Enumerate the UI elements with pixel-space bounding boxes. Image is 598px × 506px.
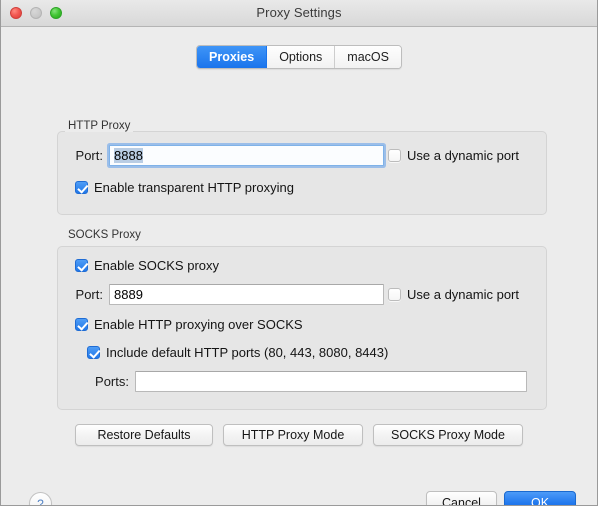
tab-group: Proxies Options macOS (196, 45, 402, 69)
socks-http-over-socks-checkbox[interactable] (75, 318, 88, 331)
http-port-input[interactable]: 8888 (109, 145, 384, 166)
socks-ports-row: Ports: (85, 371, 527, 392)
socks-http-over-socks-checkbox-row[interactable]: Enable HTTP proxying over SOCKS (75, 317, 303, 332)
socks-enable-label: Enable SOCKS proxy (94, 258, 219, 273)
tab-macos[interactable]: macOS (335, 46, 401, 68)
socks-port-label: Port: (63, 287, 103, 302)
http-proxy-mode-button[interactable]: HTTP Proxy Mode (223, 424, 363, 446)
window-title: Proxy Settings (1, 5, 597, 20)
socks-port-input[interactable]: 8889 (109, 284, 384, 305)
socks-port-row: Port: 8889 (63, 284, 384, 305)
http-proxy-group (57, 131, 547, 215)
http-dynamic-port-label: Use a dynamic port (407, 148, 519, 163)
title-bar: Proxy Settings (1, 0, 597, 27)
http-transparent-label: Enable transparent HTTP proxying (94, 180, 294, 195)
socks-ports-label: Ports: (85, 374, 129, 389)
dialog-content: Proxies Options macOS HTTP Proxy Port: 8… (1, 27, 597, 506)
socks-enable-checkbox-row[interactable]: Enable SOCKS proxy (75, 258, 219, 273)
cancel-button[interactable]: Cancel (426, 491, 497, 506)
socks-default-ports-checkbox[interactable] (87, 346, 100, 359)
socks-enable-checkbox[interactable] (75, 259, 88, 272)
proxy-settings-window: Proxy Settings Proxies Options macOS HTT… (0, 0, 598, 506)
http-port-value: 8888 (114, 148, 143, 163)
socks-default-ports-checkbox-row[interactable]: Include default HTTP ports (80, 443, 808… (87, 345, 388, 360)
http-port-label: Port: (63, 148, 103, 163)
socks-dynamic-port-label: Use a dynamic port (407, 287, 519, 302)
tab-proxies[interactable]: Proxies (197, 46, 267, 68)
socks-dynamic-port-checkbox-row[interactable]: Use a dynamic port (388, 287, 519, 302)
http-port-row: Port: 8888 (63, 145, 384, 166)
socks-default-ports-label: Include default HTTP ports (80, 443, 808… (106, 345, 388, 360)
http-proxy-group-label: HTTP Proxy (65, 120, 133, 132)
ok-button[interactable]: OK (504, 491, 576, 506)
socks-dynamic-port-checkbox[interactable] (388, 288, 401, 301)
socks-port-value: 8889 (114, 287, 143, 302)
http-dynamic-port-checkbox-row[interactable]: Use a dynamic port (388, 148, 519, 163)
tab-bar: Proxies Options macOS (1, 45, 597, 69)
mode-button-row: Restore Defaults HTTP Proxy Mode SOCKS P… (75, 424, 523, 446)
http-dynamic-port-checkbox[interactable] (388, 149, 401, 162)
restore-defaults-button[interactable]: Restore Defaults (75, 424, 213, 446)
socks-proxy-mode-button[interactable]: SOCKS Proxy Mode (373, 424, 523, 446)
http-transparent-checkbox[interactable] (75, 181, 88, 194)
tab-options[interactable]: Options (267, 46, 335, 68)
socks-ports-input[interactable] (135, 371, 527, 392)
http-transparent-checkbox-row[interactable]: Enable transparent HTTP proxying (75, 180, 294, 195)
socks-http-over-socks-label: Enable HTTP proxying over SOCKS (94, 317, 303, 332)
socks-proxy-group-label: SOCKS Proxy (65, 229, 144, 241)
